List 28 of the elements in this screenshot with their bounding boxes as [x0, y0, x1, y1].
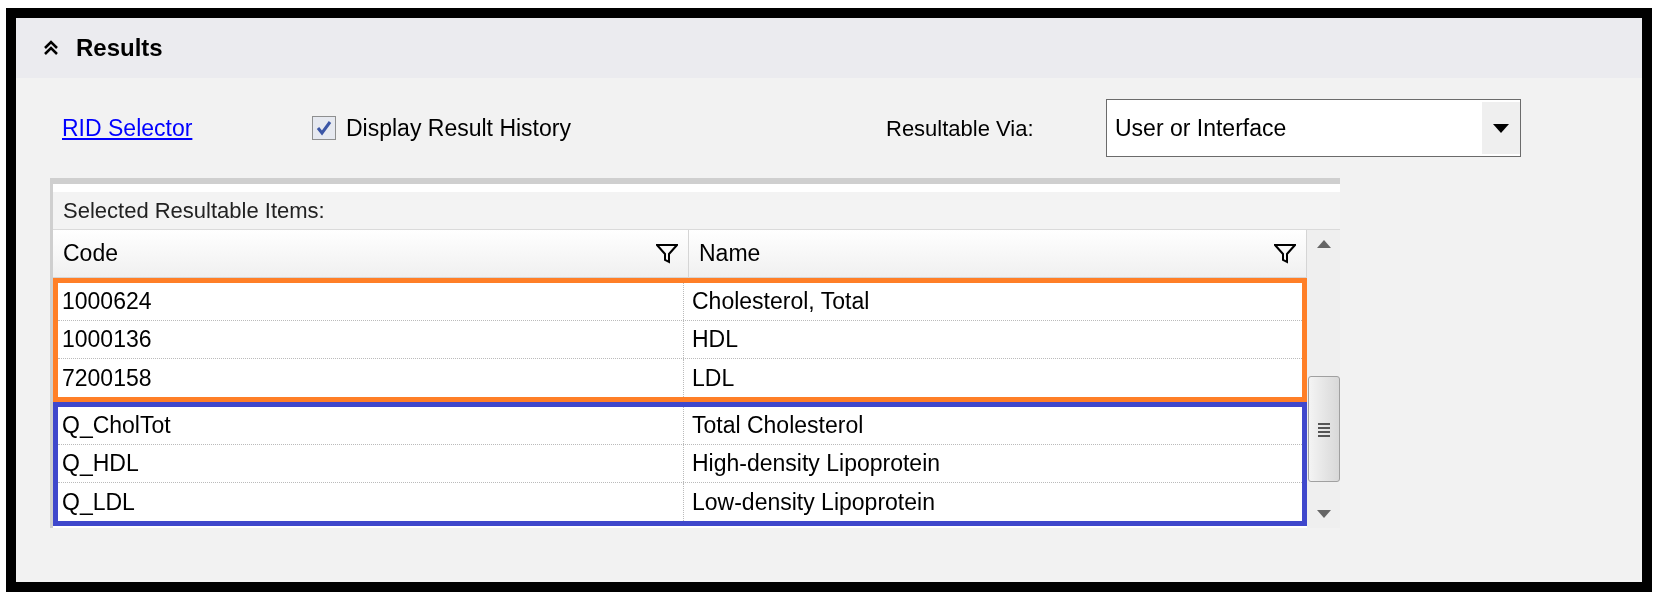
resultable-via-dropdown[interactable]: User or Interface	[1106, 99, 1521, 157]
table-cell-text: High-density Lipoprotein	[691, 449, 942, 479]
table-cell-text: Cholesterol, Total	[691, 287, 871, 317]
table-cell-text: HDL	[691, 325, 739, 355]
table-cell: 1000136	[58, 321, 684, 358]
table-cell: Q_CholTot	[58, 407, 684, 444]
table-cell: 7200158	[58, 359, 684, 397]
filter-icon[interactable]	[1274, 243, 1296, 264]
grip-icon	[1316, 421, 1331, 437]
collapse-icon[interactable]	[42, 39, 60, 57]
dropdown-label: Resultable Via:	[886, 114, 1035, 143]
scroll-down-icon[interactable]	[1316, 510, 1331, 518]
checkbox-label: Display Result History	[346, 113, 571, 143]
table-cell-text: Total Cholesterol	[691, 411, 865, 441]
scroll-up-icon[interactable]	[1316, 240, 1331, 248]
table-cell: Q_LDL	[58, 483, 684, 521]
table-cell-text: LDL	[691, 363, 736, 393]
checkbox[interactable]	[312, 116, 336, 140]
table-cell: 1000624	[58, 283, 684, 320]
table-cell-text: Low-density Lipoprotein	[691, 487, 936, 517]
filter-icon[interactable]	[656, 243, 678, 264]
checkmark-icon	[316, 120, 332, 136]
table-cell: Q_HDL	[58, 445, 684, 482]
rid-selector-link[interactable]: RID Selector	[62, 110, 312, 146]
grid-caption: Selected Resultable Items:	[63, 197, 325, 225]
scrollbar-thumb[interactable]	[1307, 376, 1340, 482]
column-header[interactable]: Code	[53, 230, 689, 277]
section-title: Results	[76, 33, 163, 63]
